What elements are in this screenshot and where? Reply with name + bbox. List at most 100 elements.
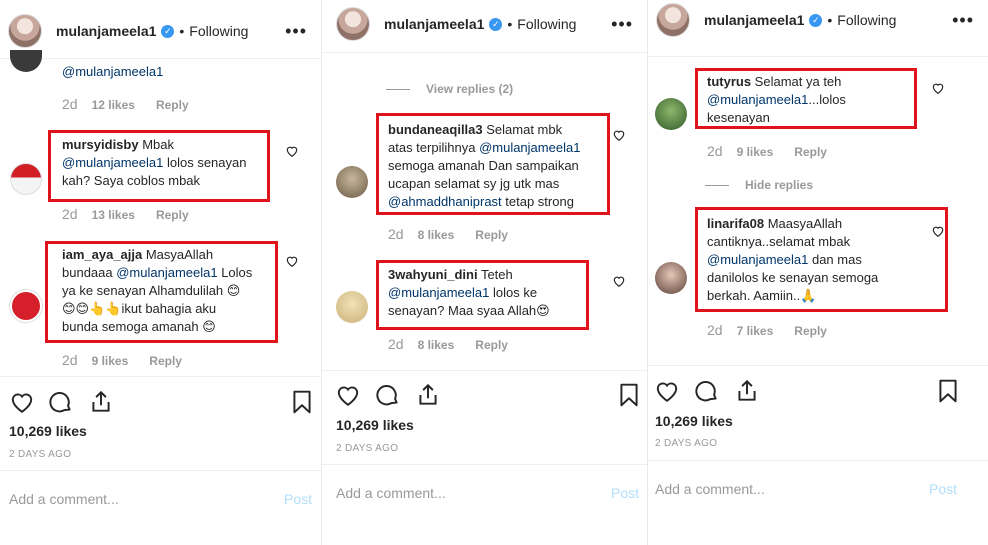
- post-panel-2: mulanjameela1 ✓ • Following ••• View rep…: [322, 0, 647, 545]
- heart-icon[interactable]: [335, 382, 361, 408]
- comment-text: 3wahyuni_dini Teteh @mulanjameela1 lolos…: [388, 267, 550, 318]
- share-icon[interactable]: [415, 382, 441, 408]
- bookmark-icon[interactable]: [289, 389, 315, 415]
- reply-button[interactable]: Reply: [156, 208, 189, 222]
- mention-link[interactable]: @mulanjameela1: [707, 252, 808, 267]
- post-button[interactable]: Post: [611, 485, 639, 501]
- like-comment-heart-icon[interactable]: [285, 254, 299, 268]
- share-icon[interactable]: [734, 378, 760, 404]
- reply-button[interactable]: Reply: [475, 228, 508, 242]
- reply-button[interactable]: Reply: [475, 338, 508, 352]
- comment-text: tutyrus Selamat ya teh @mulanjameela1...…: [707, 74, 846, 125]
- add-comment-input[interactable]: Add a comment...: [655, 481, 765, 497]
- comment-likes[interactable]: 12 likes: [92, 98, 135, 112]
- comment-date[interactable]: 2d: [707, 143, 723, 159]
- post-timestamp[interactable]: 2 DAYS AGO: [336, 443, 398, 454]
- comment-date[interactable]: 2d: [62, 206, 78, 222]
- like-comment-heart-icon[interactable]: [285, 144, 299, 158]
- mention-link[interactable]: @mulanjameela1: [116, 265, 217, 280]
- post-panel-3: mulanjameela1 ✓ • Following ••• tutyrus …: [648, 0, 988, 545]
- comment-meta: 2d 12 likes Reply: [62, 96, 189, 112]
- comment-meta: 2d 13 likes Reply: [62, 206, 189, 222]
- comment-date[interactable]: 2d: [388, 226, 404, 242]
- avatar[interactable]: [336, 7, 370, 41]
- likes-count[interactable]: 10,269 likes: [336, 417, 414, 433]
- commenter-avatar[interactable]: [336, 166, 368, 198]
- more-options-icon[interactable]: •••: [611, 14, 633, 35]
- mention-link[interactable]: @mulanjameela1: [479, 140, 580, 155]
- comment-date[interactable]: 2d: [388, 336, 404, 352]
- reply-button[interactable]: Reply: [156, 98, 189, 112]
- post-button[interactable]: Post: [929, 481, 957, 497]
- comment-likes[interactable]: 9 likes: [92, 354, 129, 368]
- separator-dot: •: [507, 16, 513, 32]
- bookmark-icon[interactable]: [935, 378, 961, 404]
- comment-username[interactable]: iam_aya_ajja: [62, 247, 142, 262]
- comment-username[interactable]: linarifa08: [707, 216, 764, 231]
- mention-link[interactable]: @mulanjameela1: [388, 285, 489, 300]
- comment-icon[interactable]: [48, 389, 74, 415]
- mention-link[interactable]: @mulanjameela1: [62, 155, 163, 170]
- more-options-icon[interactable]: •••: [285, 21, 307, 42]
- likes-count[interactable]: 10,269 likes: [9, 423, 87, 439]
- comment-username[interactable]: mursyidisby: [62, 137, 139, 152]
- post-button[interactable]: Post: [284, 491, 312, 507]
- post-timestamp[interactable]: 2 DAYS AGO: [655, 438, 717, 449]
- like-comment-heart-icon[interactable]: [612, 128, 626, 142]
- comment-likes[interactable]: 9 likes: [737, 145, 774, 159]
- more-options-icon[interactable]: •••: [952, 10, 974, 31]
- username-link[interactable]: mulanjameela1: [384, 16, 484, 32]
- username-link[interactable]: mulanjameela1: [56, 23, 156, 39]
- heart-icon[interactable]: [654, 378, 680, 404]
- comment-text: linarifa08 MaasyaAllah cantiknya..selama…: [707, 216, 879, 303]
- commenter-avatar[interactable]: [10, 163, 42, 195]
- post-timestamp[interactable]: 2 DAYS AGO: [9, 449, 71, 460]
- comment-text: bundaneaqilla3 Selamat mbk atas terpilih…: [388, 122, 581, 209]
- verified-badge-icon: ✓: [489, 17, 503, 31]
- commenter-avatar[interactable]: [336, 291, 368, 323]
- comment-likes[interactable]: 8 likes: [418, 228, 455, 242]
- share-icon[interactable]: [88, 389, 114, 415]
- mention-link[interactable]: @ahmaddhaniprast: [388, 194, 502, 209]
- mention-link[interactable]: @mulanjameela1: [62, 64, 163, 79]
- comment-likes[interactable]: 13 likes: [92, 208, 135, 222]
- commenter-avatar[interactable]: [10, 50, 42, 72]
- reply-button[interactable]: Reply: [794, 145, 827, 159]
- separator-dot: •: [827, 12, 833, 28]
- comment-username[interactable]: 3wahyuni_dini: [388, 267, 478, 282]
- like-comment-heart-icon[interactable]: [931, 224, 945, 238]
- username-link[interactable]: mulanjameela1: [704, 12, 804, 28]
- reply-button[interactable]: Reply: [149, 354, 182, 368]
- comment-date[interactable]: 2d: [62, 96, 78, 112]
- comment-username[interactable]: tutyrus: [707, 74, 751, 89]
- like-comment-heart-icon[interactable]: [931, 81, 945, 95]
- heart-icon[interactable]: [9, 389, 35, 415]
- comment-text: iam_aya_ajja MasyaAllah bundaaa @mulanja…: [62, 247, 253, 334]
- comment-icon[interactable]: [694, 378, 720, 404]
- following-button[interactable]: Following: [517, 16, 576, 32]
- comment-likes[interactable]: 7 likes: [737, 324, 774, 338]
- bookmark-icon[interactable]: [616, 382, 642, 408]
- likes-count[interactable]: 10,269 likes: [655, 413, 733, 429]
- following-button[interactable]: Following: [837, 12, 896, 28]
- add-comment-input[interactable]: Add a comment...: [336, 485, 446, 501]
- commenter-avatar[interactable]: [655, 98, 687, 130]
- following-button[interactable]: Following: [189, 23, 248, 39]
- comment-date[interactable]: 2d: [62, 352, 78, 368]
- commenter-avatar[interactable]: [655, 262, 687, 294]
- add-comment-input[interactable]: Add a comment...: [9, 491, 119, 507]
- view-replies-button[interactable]: View replies (2): [386, 82, 513, 96]
- comment-username[interactable]: bundaneaqilla3: [388, 122, 483, 137]
- comment-likes[interactable]: 8 likes: [418, 338, 455, 352]
- comment-icon[interactable]: [375, 382, 401, 408]
- mention-link[interactable]: @mulanjameela1: [707, 92, 808, 107]
- comment-date[interactable]: 2d: [707, 322, 723, 338]
- comment-text: mursyidisby Mbak @mulanjameela1 lolos se…: [62, 137, 247, 188]
- comment-meta: 2d 7 likes Reply: [707, 322, 827, 338]
- like-comment-heart-icon[interactable]: [612, 274, 626, 288]
- hide-replies-button[interactable]: Hide replies: [705, 178, 813, 192]
- reply-button[interactable]: Reply: [794, 324, 827, 338]
- avatar[interactable]: [8, 14, 42, 48]
- avatar[interactable]: [656, 3, 690, 37]
- commenter-avatar[interactable]: [10, 290, 42, 322]
